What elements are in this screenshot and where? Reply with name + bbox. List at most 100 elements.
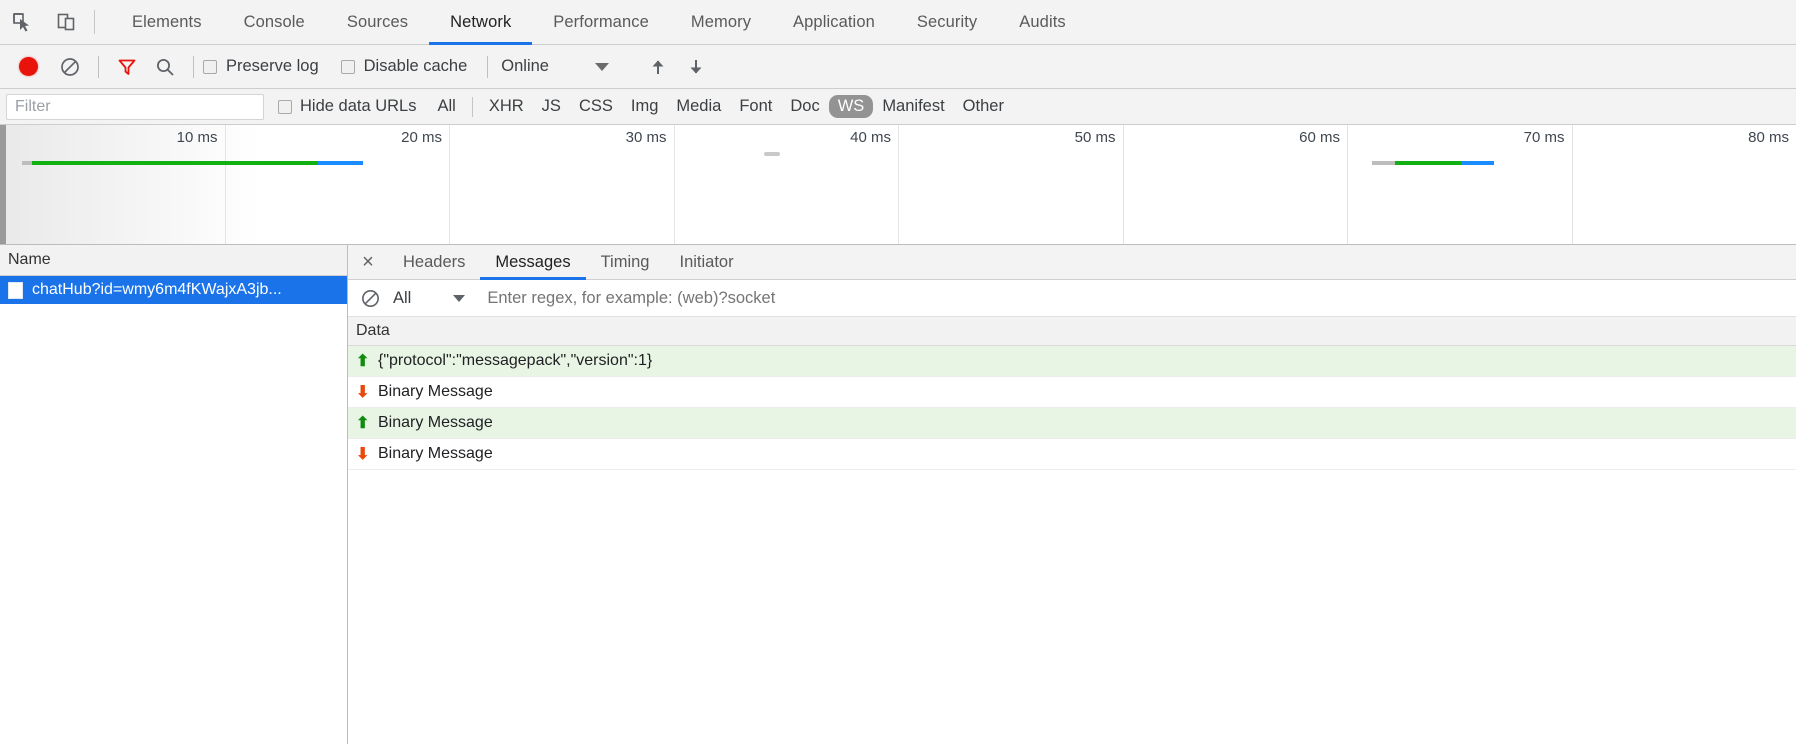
inspect-element-icon	[13, 13, 29, 32]
websocket-message-list[interactable]: ⬆ {"protocol":"messagepack","version":1}…	[348, 346, 1796, 744]
detail-tabbar: × Headers Messages Timing Initiator	[348, 245, 1796, 280]
tab-messages[interactable]: Messages	[480, 245, 586, 280]
request-list[interactable]: chatHub?id=wmy6m4fKWajxA3jb...	[0, 276, 347, 744]
type-divider	[471, 96, 473, 117]
tab-application[interactable]: Application	[772, 0, 896, 44]
preserve-log-checkbox[interactable]: Preserve log	[203, 57, 319, 76]
device-toolbar-button[interactable]	[44, 0, 88, 44]
upload-arrow-icon	[652, 60, 664, 74]
request-detail-pane: × Headers Messages Timing Initiator All	[348, 245, 1796, 744]
record-button[interactable]	[19, 57, 38, 76]
detail-tab-label: Initiator	[679, 252, 734, 271]
message-data: Binary Message	[378, 383, 493, 400]
network-filterbar: Filter Hide data URLs All XHR JS CSS Img…	[0, 89, 1796, 125]
type-filter-manifest[interactable]: Manifest	[873, 95, 953, 118]
hide-data-urls-checkbox[interactable]: Hide data URLs	[278, 97, 416, 116]
filter-button[interactable]	[108, 52, 146, 82]
devtools-tabbar: Elements Console Sources Network Perform…	[0, 0, 1796, 45]
timeline-tick-label: 40 ms	[850, 129, 891, 146]
import-har-button[interactable]	[639, 52, 677, 82]
message-row[interactable]: ⬆ {"protocol":"messagepack","version":1}	[348, 346, 1796, 377]
tab-console[interactable]: Console	[223, 0, 326, 44]
tab-security[interactable]: Security	[896, 0, 998, 44]
receive-arrow-icon: ⬇	[356, 384, 370, 401]
tab-timing[interactable]: Timing	[586, 245, 665, 279]
overview-request-bar	[21, 161, 363, 165]
network-toolbar: Preserve log Disable cache Online	[0, 45, 1796, 89]
resource-type-filters: All XHR JS CSS Img Media Font Doc WS Man…	[428, 95, 1012, 118]
type-filter-all[interactable]: All	[428, 95, 464, 118]
close-detail-button[interactable]: ×	[348, 245, 388, 279]
request-name: chatHub?id=wmy6m4fKWajxA3jb...	[32, 281, 282, 298]
send-arrow-icon: ⬆	[356, 415, 370, 432]
network-split-view: Name chatHub?id=wmy6m4fKWajxA3jb... × He…	[0, 245, 1796, 744]
throttle-select-value[interactable]: Online	[501, 57, 549, 76]
type-filter-font[interactable]: Font	[730, 95, 781, 118]
send-arrow-icon: ⬆	[356, 353, 370, 370]
disable-cache-label: Disable cache	[363, 57, 468, 75]
inspect-element-button[interactable]	[0, 0, 44, 44]
download-arrow-icon	[690, 59, 702, 73]
type-filter-js[interactable]: JS	[533, 95, 570, 118]
message-list-empty-area	[348, 470, 1796, 630]
tab-label: Audits	[1019, 12, 1066, 31]
tab-performance[interactable]: Performance	[532, 0, 670, 44]
message-data: Binary Message	[378, 445, 493, 462]
overview-request-bar	[1372, 161, 1495, 165]
timeline-tick-label: 50 ms	[1074, 129, 1116, 146]
message-regex-input[interactable]	[487, 288, 1796, 308]
message-row[interactable]: ⬆ Binary Message	[348, 408, 1796, 439]
tab-network[interactable]: Network	[429, 0, 533, 45]
devtools-window: Elements Console Sources Network Perform…	[0, 0, 1796, 744]
timeline-tick-label: 10 ms	[176, 129, 218, 146]
timeline-tick-label: 20 ms	[401, 129, 442, 146]
checkbox-box	[278, 99, 292, 114]
network-overview-timeline[interactable]: 10 ms 20 ms 30 ms 40 ms 50 ms 60 ms 70 m…	[0, 125, 1796, 245]
tab-label: Performance	[553, 12, 649, 31]
export-har-button[interactable]	[677, 52, 715, 82]
overview-drag-handle[interactable]	[764, 152, 780, 156]
clear-icon	[61, 57, 79, 76]
tab-label: Network	[450, 12, 512, 31]
type-filter-img[interactable]: Img	[622, 95, 668, 118]
type-filter-other[interactable]: Other	[954, 95, 1013, 118]
close-icon: ×	[362, 250, 374, 273]
chevron-down-icon[interactable]	[594, 62, 609, 71]
type-filter-css[interactable]: CSS	[570, 95, 622, 118]
column-header-label: Data	[356, 322, 390, 339]
type-filter-doc[interactable]: Doc	[781, 95, 828, 118]
tab-initiator[interactable]: Initiator	[664, 245, 748, 279]
clear-button[interactable]	[51, 52, 89, 82]
tab-headers[interactable]: Headers	[388, 245, 480, 279]
receive-arrow-icon: ⬇	[356, 446, 370, 463]
message-data: Binary Message	[378, 414, 493, 431]
chevron-down-icon[interactable]	[453, 294, 466, 302]
message-filter-bar: All	[348, 280, 1796, 317]
hide-data-urls-label: Hide data URLs	[300, 97, 417, 115]
device-toolbar-icon	[57, 13, 75, 31]
tab-sources[interactable]: Sources	[326, 0, 429, 44]
data-column-header[interactable]: Data	[348, 317, 1796, 346]
search-icon	[157, 58, 174, 76]
message-row[interactable]: ⬇ Binary Message	[348, 377, 1796, 408]
preserve-log-label: Preserve log	[226, 57, 319, 75]
message-row[interactable]: ⬇ Binary Message	[348, 439, 1796, 470]
message-data: {"protocol":"messagepack","version":1}	[378, 352, 653, 369]
type-filter-xhr[interactable]: XHR	[480, 95, 533, 118]
tab-label: Console	[243, 12, 305, 31]
clear-messages-button[interactable]	[360, 288, 381, 309]
type-filter-media[interactable]: Media	[667, 95, 730, 118]
tabbar-divider	[94, 10, 95, 34]
tab-label: Application	[793, 12, 875, 31]
request-row-chathub[interactable]: chatHub?id=wmy6m4fKWajxA3jb...	[0, 276, 347, 304]
message-type-select-value[interactable]: All	[393, 289, 411, 308]
checkbox-box	[203, 59, 217, 74]
disable-cache-checkbox[interactable]: Disable cache	[340, 57, 468, 76]
request-name-column-header[interactable]: Name	[0, 245, 347, 276]
tab-elements[interactable]: Elements	[111, 0, 223, 44]
search-button[interactable]	[146, 52, 184, 82]
tab-audits[interactable]: Audits	[998, 0, 1086, 44]
tab-memory[interactable]: Memory	[670, 0, 772, 44]
filter-input[interactable]: Filter	[6, 93, 264, 120]
type-filter-ws[interactable]: WS	[828, 95, 874, 118]
